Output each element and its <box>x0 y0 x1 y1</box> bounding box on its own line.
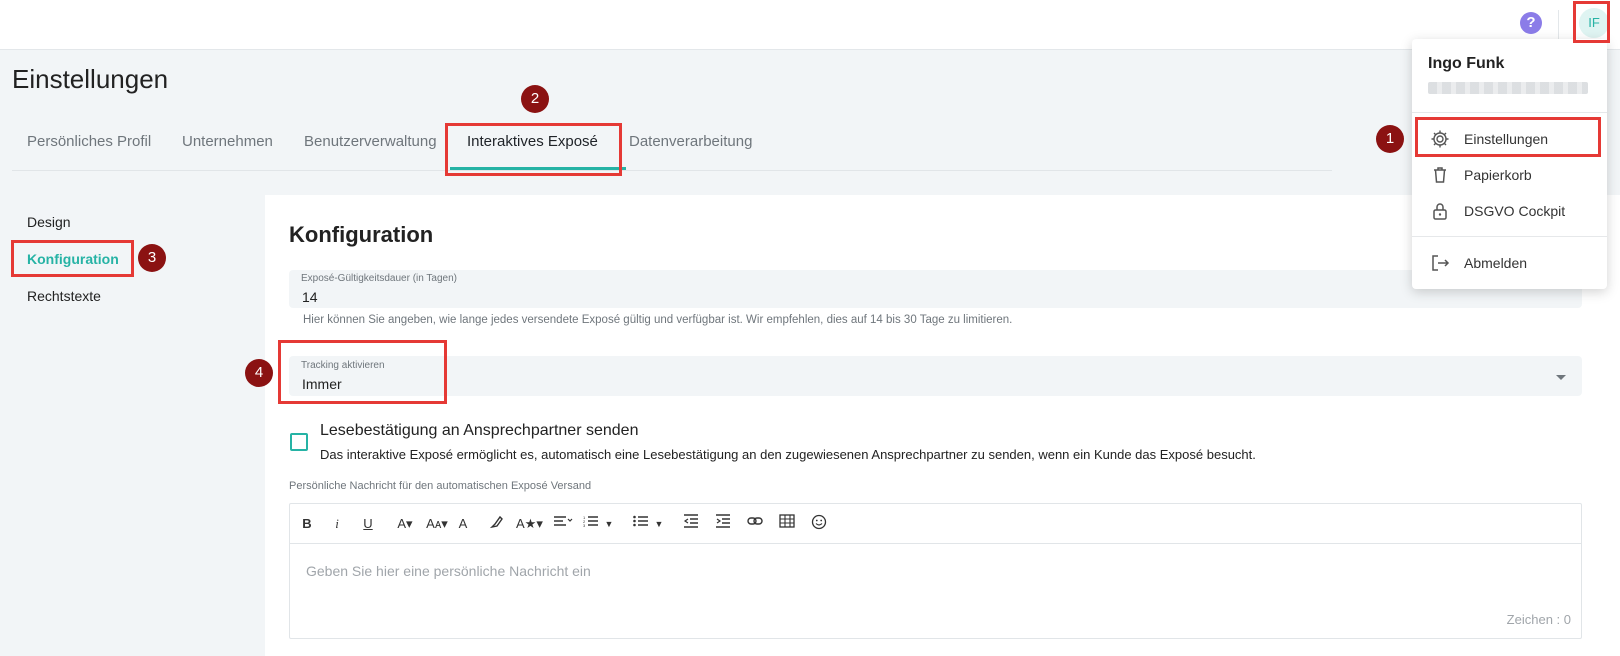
config-title: Konfiguration <box>289 222 434 247</box>
topbar-divider <box>1558 10 1559 40</box>
editor-placeholder: Geben Sie hier eine persönliche Nachrich… <box>306 563 591 579</box>
highlighter-icon[interactable] <box>488 514 506 534</box>
trash-icon <box>1430 165 1450 185</box>
read-receipt-checkbox[interactable] <box>290 433 308 451</box>
tab-unternehmen[interactable]: Unternehmen <box>182 133 273 150</box>
subnav-design[interactable]: Design <box>27 214 71 230</box>
message-editor[interactable]: B i U A▾ Aᴀ▾ A A★▾ 123 ▼ ▼ Geben Sie hie… <box>289 503 1582 639</box>
editor-toolbar: B i U A▾ Aᴀ▾ A A★▾ 123 ▼ ▼ <box>290 504 1581 544</box>
highlight-tab-interaktives-expose <box>445 123 622 176</box>
read-receipt-title: Lesebestätigung an Ansprechpartner sende… <box>320 422 639 439</box>
page-title: Einstellungen <box>12 64 169 94</box>
validity-help-text: Hier können Sie angeben, wie lange jedes… <box>303 314 1013 326</box>
menu-item-dsgvo-cockpit[interactable]: DSGVO Cockpit <box>1412 194 1607 228</box>
highlight-subnav-konfiguration <box>11 240 134 277</box>
ordered-list-icon[interactable]: 123 <box>582 514 600 534</box>
font-case-button[interactable]: Aᴀ▾ <box>424 514 450 534</box>
subnav-rechtstexte[interactable]: Rechtstexte <box>27 288 101 304</box>
char-counter: Zeichen : 0 <box>1506 612 1571 627</box>
menu-divider <box>1412 236 1607 237</box>
message-editor-label: Persönliche Nachricht für den automatisc… <box>289 480 592 492</box>
table-icon[interactable] <box>778 514 796 534</box>
font-size-button[interactable]: A▾ <box>394 514 416 534</box>
font-style-button[interactable]: A★▾ <box>516 514 543 534</box>
bold-button[interactable]: B <box>300 514 314 534</box>
settings-tabs: Persönliches Profil Unternehmen Benutzer… <box>12 121 1332 171</box>
lock-icon <box>1430 201 1450 221</box>
highlight-menu-einstellungen <box>1415 117 1601 157</box>
menu-item-label: Abmelden <box>1464 255 1528 271</box>
link-icon[interactable] <box>746 514 764 534</box>
menu-divider <box>1412 112 1607 113</box>
tracking-select[interactable]: Tracking aktivieren Immer <box>289 356 1582 396</box>
read-receipt-description: Das interaktive Exposé ermöglicht es, au… <box>320 447 1256 462</box>
font-color-button[interactable]: A <box>456 514 470 534</box>
outdent-icon[interactable] <box>682 514 700 534</box>
menu-item-abmelden[interactable]: Abmelden <box>1412 246 1607 280</box>
highlight-avatar <box>1573 1 1610 43</box>
menu-item-label: DSGVO Cockpit <box>1464 203 1566 219</box>
help-icon[interactable]: ? <box>1520 12 1542 34</box>
menu-item-label: Papierkorb <box>1464 167 1532 183</box>
annotation-badge-3: 3 <box>138 244 166 272</box>
logout-icon <box>1430 253 1450 273</box>
validity-days-field[interactable]: Exposé-Gültigkeitsdauer (in Tagen) 14 <box>289 270 1582 308</box>
annotation-badge-2: 2 <box>521 85 549 113</box>
emoji-icon[interactable] <box>810 514 828 534</box>
menu-item-papierkorb[interactable]: Papierkorb <box>1412 158 1607 192</box>
annotation-badge-4: 4 <box>245 359 273 387</box>
tab-benutzerverwaltung[interactable]: Benutzerverwaltung <box>304 133 437 150</box>
unordered-list-icon[interactable] <box>632 514 650 534</box>
menu-user-email-redacted <box>1428 82 1588 94</box>
ordered-list-dropdown-icon[interactable]: ▼ <box>604 514 614 534</box>
unordered-list-dropdown-icon[interactable]: ▼ <box>654 514 664 534</box>
top-bar: ? IF <box>0 0 1620 50</box>
indent-icon[interactable] <box>714 514 732 534</box>
align-icon[interactable] <box>552 514 574 534</box>
validity-days-input[interactable]: 14 <box>302 289 318 305</box>
tab-persoenliches-profil[interactable]: Persönliches Profil <box>27 133 151 150</box>
menu-user-name: Ingo Funk <box>1428 55 1505 72</box>
italic-button[interactable]: i <box>330 514 344 534</box>
tab-datenverarbeitung[interactable]: Datenverarbeitung <box>629 133 752 150</box>
underline-button[interactable]: U <box>360 514 376 534</box>
validity-days-label: Exposé-Gültigkeitsdauer (in Tagen) <box>301 273 458 284</box>
chevron-down-icon[interactable] <box>1556 375 1566 380</box>
svg-text:3: 3 <box>583 523 586 528</box>
annotation-badge-1: 1 <box>1376 125 1404 153</box>
highlight-tracking-field <box>278 340 447 404</box>
user-menu: Ingo Funk Einstellungen Papierkorb DSGVO… <box>1412 39 1607 289</box>
